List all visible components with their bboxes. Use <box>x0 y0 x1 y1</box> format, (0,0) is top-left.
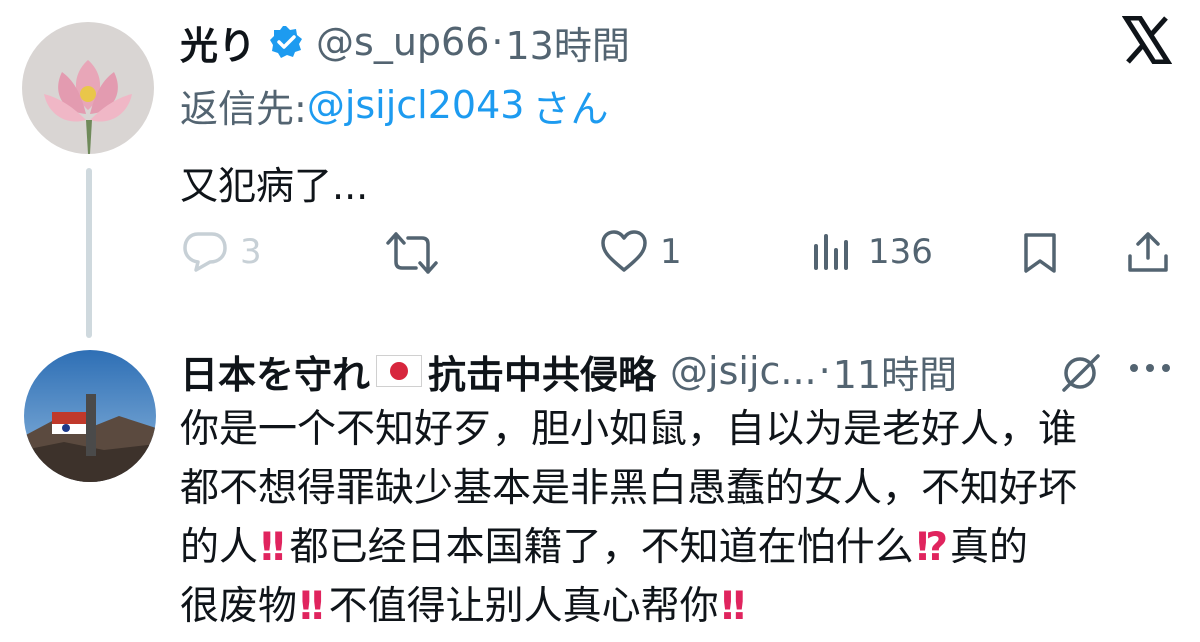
verified-badge-icon <box>268 24 304 60</box>
text-span: 很废物 <box>180 584 298 629</box>
view-count: 136 <box>868 232 933 272</box>
tweet1-text: 又犯病了... <box>180 163 369 208</box>
bookmark-button[interactable] <box>1020 232 1060 274</box>
handle[interactable]: @jsijc... <box>670 349 817 393</box>
reply-icon <box>182 230 228 274</box>
share-button[interactable] <box>1126 230 1170 274</box>
text-span: 的人 <box>180 525 259 570</box>
double-exclamation-emoji: !! <box>718 584 748 629</box>
reply-suffix: さん <box>532 86 609 131</box>
double-exclamation-emoji: !! <box>258 525 287 570</box>
display-name-part2[interactable]: 抗击中共侵略 <box>428 344 656 399</box>
retweet-button[interactable] <box>386 232 438 274</box>
tweet2-line: 的人!! 都已经日本国籍了，不知道在怕什么!? 真的 <box>180 518 1170 577</box>
more-options-icon[interactable] <box>1128 360 1172 380</box>
tweet2-line: 你是一个不知好歹，胆小如鼠，自以为是老好人，谁 <box>180 407 1078 452</box>
heart-icon <box>600 230 648 274</box>
text-span: 真的 <box>950 525 1029 570</box>
analytics-icon <box>812 232 852 272</box>
reply-prefix: 返信先: <box>180 86 307 131</box>
timestamp[interactable]: 11時間 <box>833 344 957 399</box>
views-button[interactable]: 136 <box>812 232 933 272</box>
reply-handle-link[interactable]: @jsijcl2043 <box>307 83 525 127</box>
separator: · <box>818 349 831 393</box>
display-name-part1[interactable]: 日本を守れ <box>180 344 370 399</box>
tweet2-line: 很废物!! 不值得让别人真心帮你!! <box>180 577 1170 636</box>
handle[interactable]: @s_up66 <box>316 20 489 64</box>
interrobang-emoji: !? <box>913 525 949 570</box>
tweet1-header: 光り @s_up66 · 13時間 <box>180 18 630 68</box>
like-button[interactable]: 1 <box>600 230 682 274</box>
tweet2-header: 日本を守れ 抗击中共侵略 @jsijc... · 11時間 <box>180 344 957 399</box>
separator: · <box>491 20 504 64</box>
avatar-mountain[interactable] <box>24 350 156 482</box>
like-count: 1 <box>660 232 682 272</box>
reply-count: 3 <box>240 232 262 272</box>
bookmark-icon <box>1020 232 1060 274</box>
mountain-avatar-image <box>24 350 156 482</box>
timestamp[interactable]: 13時間 <box>505 15 629 70</box>
reply-button[interactable]: 3 <box>182 230 262 274</box>
reply-context: 返信先: @jsijcl2043 さん <box>180 80 609 131</box>
japan-flag-icon <box>376 355 423 387</box>
text-span: 都已经日本国籍了，不知道在怕什么 <box>289 525 914 570</box>
retweet-icon <box>386 232 438 274</box>
lotus-avatar-image <box>22 22 154 154</box>
text-span: 不值得让别人真心帮你 <box>328 584 719 629</box>
tweet2-text: 你是一个不知好歹，胆小如鼠，自以为是老好人，谁 都不想得罪缺少基本是非黑白愚蠢的… <box>180 400 1170 636</box>
thread-connector <box>86 168 92 338</box>
display-name[interactable]: 光り <box>180 15 256 70</box>
share-icon <box>1126 230 1170 274</box>
tweet2-line: 都不想得罪缺少基本是非黑白愚蠢的女人，不知好坏 <box>180 466 1078 511</box>
double-exclamation-emoji: !! <box>297 584 326 629</box>
x-logo-icon[interactable] <box>1121 15 1173 68</box>
grok-icon[interactable] <box>1058 350 1104 400</box>
avatar-lotus[interactable] <box>22 22 154 154</box>
